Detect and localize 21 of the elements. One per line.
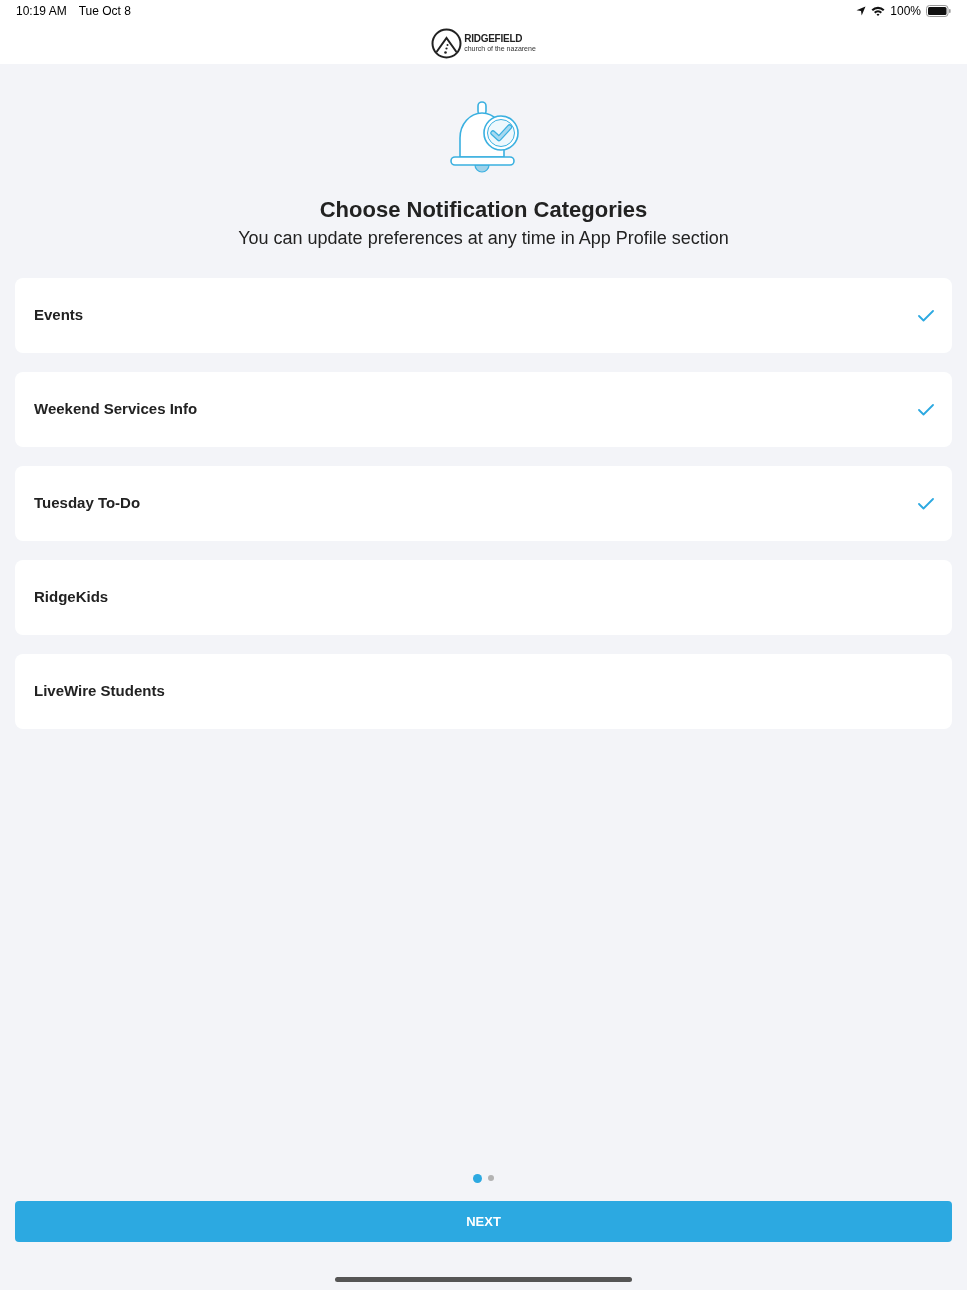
- battery-icon: [926, 5, 951, 17]
- category-label: Events: [34, 305, 84, 326]
- category-row[interactable]: Weekend Services Info: [15, 372, 952, 447]
- category-row[interactable]: RidgeKids: [15, 560, 952, 635]
- status-date: Tue Oct 8: [78, 3, 131, 20]
- wifi-icon: [871, 6, 886, 16]
- category-label: LiveWire Students: [34, 681, 165, 702]
- status-time: 10:19 AM: [16, 3, 67, 20]
- category-label: Tuesday To-Do: [34, 493, 141, 514]
- page-subtitle: You can update preferences at any time in App Profile section: [237, 227, 730, 250]
- category-row[interactable]: Tuesday To-Do: [15, 466, 952, 541]
- category-row[interactable]: LiveWire Students: [15, 654, 952, 729]
- logo-name: RIDGEFIELD: [464, 34, 524, 44]
- category-row[interactable]: Events: [15, 278, 952, 353]
- bell-check-icon: [447, 100, 520, 176]
- page-title: Choose Notification Categories: [318, 196, 649, 224]
- location-arrow-icon: [856, 6, 867, 16]
- battery-percent: 100%: [890, 3, 921, 20]
- category-label: Weekend Services Info: [34, 399, 198, 420]
- logo-roof-icon: [431, 27, 463, 59]
- category-label: RidgeKids: [34, 587, 109, 608]
